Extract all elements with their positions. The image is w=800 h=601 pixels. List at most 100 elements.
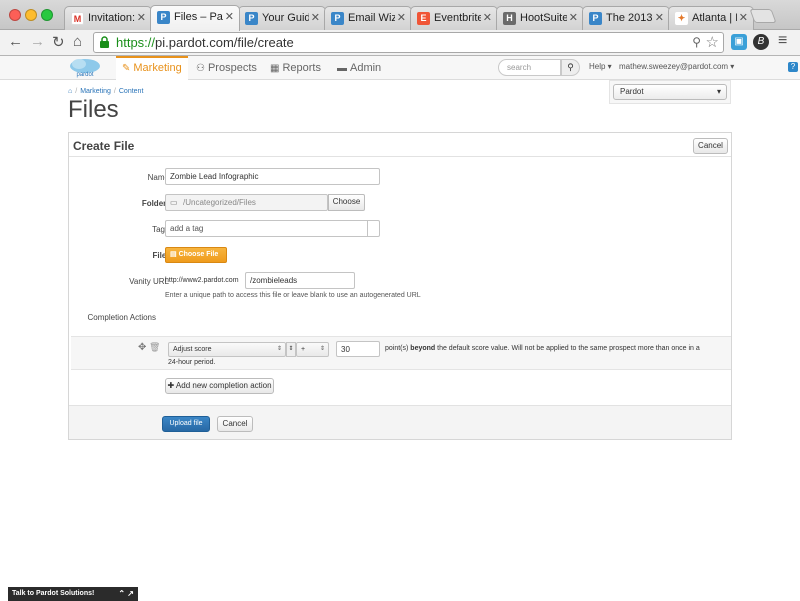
- user-menu[interactable]: mathew.sweezey@pardot.com ▾: [619, 62, 734, 71]
- vanity-url-field[interactable]: /zombieleads: [245, 272, 355, 289]
- tab-label: The 2013 |: [606, 12, 653, 24]
- vanity-url-label: Vanity URL: [129, 277, 169, 286]
- panel-header: Create File Cancel: [69, 133, 731, 157]
- svg-text:pardot: pardot: [76, 72, 93, 78]
- choose-file-button[interactable]: ▤ Choose File: [165, 247, 227, 263]
- help-menu[interactable]: Help ▾: [589, 62, 612, 71]
- action-desc-pre: point(s): [385, 345, 411, 352]
- chat-controls-icon[interactable]: ⌃ ↗: [118, 587, 134, 601]
- browser-tab-hootsuite[interactable]: H HootSuite ✕: [496, 6, 584, 30]
- browser-tab-files[interactable]: P Files – Pard ✕: [150, 5, 240, 31]
- nav-label: Prospects: [207, 62, 257, 74]
- browser-tab-atlanta[interactable]: ✦ Atlanta | B ✕: [668, 6, 754, 30]
- tags-input[interactable]: add a tag: [165, 220, 380, 237]
- page-title: Files: [68, 96, 119, 123]
- pardot-favicon-icon: P: [331, 12, 344, 25]
- breadcrumb: ⌂ / Marketing / Content: [68, 88, 144, 95]
- account-selected-value: Pardot: [620, 87, 644, 96]
- gmail-icon: M: [71, 12, 84, 25]
- bookmark-star-icon[interactable]: ☆: [706, 33, 719, 51]
- breadcrumb-content[interactable]: Content: [119, 88, 144, 95]
- account-switcher: Pardot ▾: [609, 80, 731, 104]
- chevron-down-icon: ▾: [716, 87, 721, 96]
- cancel-top-button[interactable]: Cancel: [693, 138, 728, 154]
- cancel-bottom-button[interactable]: Cancel: [217, 416, 253, 432]
- plus-icon: ✚: [167, 381, 175, 390]
- back-arrow-icon[interactable]: ←: [8, 33, 23, 50]
- extension-b-icon[interactable]: B: [753, 34, 769, 50]
- browser-tab-email-wizard[interactable]: P Email Wiza ✕: [324, 6, 412, 30]
- nav-admin[interactable]: ▬ Admin: [337, 56, 381, 80]
- points-field[interactable]: 30: [336, 341, 380, 357]
- folder-label: Folder*: [79, 199, 169, 208]
- search-input[interactable]: search: [498, 59, 561, 76]
- url-scheme: https://: [116, 35, 156, 50]
- chart-icon: ▦: [270, 63, 280, 74]
- window-minimize-button[interactable]: [25, 9, 37, 21]
- new-tab-button[interactable]: [749, 9, 777, 23]
- drag-handle-icon[interactable]: ✥: [138, 342, 146, 353]
- nav-marketing[interactable]: ✎ Marketing: [116, 56, 188, 80]
- pardot-favicon-icon: P: [245, 12, 258, 25]
- url-path: pi.pardot.com/file/create: [155, 35, 294, 50]
- close-icon[interactable]: ✕: [569, 11, 578, 24]
- tags-label: Tags: [152, 225, 169, 234]
- action-desc-post: the default score value. Will not be app…: [435, 345, 700, 352]
- browser-menu-icon[interactable]: ≡: [778, 32, 787, 50]
- action-type-stepper[interactable]: ⇕: [286, 342, 296, 357]
- close-icon[interactable]: ✕: [655, 11, 664, 24]
- nav-prospects[interactable]: ⚇ Prospects: [196, 56, 257, 80]
- close-icon[interactable]: ✕: [739, 11, 748, 24]
- url-text: https://pi.pardot.com/file/create: [116, 35, 294, 50]
- browser-tab-eventbrite[interactable]: E Eventbrite ✕: [410, 6, 498, 30]
- close-icon[interactable]: ✕: [225, 10, 234, 23]
- operator-select[interactable]: + ⇕: [296, 342, 329, 357]
- hootsuite-icon: H: [503, 12, 516, 25]
- close-icon[interactable]: ✕: [397, 11, 406, 24]
- breadcrumb-marketing[interactable]: Marketing: [80, 88, 111, 95]
- trash-icon[interactable]: 🗑: [149, 342, 160, 353]
- pardot-logo[interactable]: pardot: [66, 58, 104, 78]
- browser-tab-your-guide[interactable]: P Your Guide ✕: [238, 6, 326, 30]
- extension-icon[interactable]: ▣: [731, 34, 747, 50]
- account-select[interactable]: Pardot ▾: [613, 84, 727, 100]
- window-close-button[interactable]: [9, 9, 21, 21]
- name-field[interactable]: Zombie Lead Infographic: [165, 168, 380, 185]
- tab-label: Atlanta | B: [692, 12, 737, 24]
- upload-icon: ▤: [170, 251, 177, 258]
- tab-label: Email Wiza: [348, 12, 395, 24]
- browser-toolbar: ← → ↻ ⌂ https://pi.pardot.com/file/creat…: [0, 30, 800, 56]
- app-navbar: pardot ✎ Marketing ⚇ Prospects ▦ Reports ▬ A…: [0, 56, 800, 80]
- action-type-select[interactable]: Adjust score ⇕: [168, 342, 286, 357]
- window-zoom-button[interactable]: [41, 9, 53, 21]
- tags-divider: [367, 221, 368, 236]
- reload-icon[interactable]: ↻: [52, 33, 65, 51]
- pencil-icon: ✎: [122, 63, 131, 74]
- browser-tab-the-2013[interactable]: P The 2013 | ✕: [582, 6, 670, 30]
- zoom-icon[interactable]: ⚲: [692, 35, 701, 49]
- choose-folder-button[interactable]: Choose: [328, 194, 365, 211]
- close-icon[interactable]: ✕: [311, 11, 320, 24]
- home-icon[interactable]: ⌂: [68, 88, 72, 95]
- chat-label: Talk to Pardot Solutions!: [12, 590, 95, 597]
- name-label: Name: [147, 173, 169, 182]
- chat-widget[interactable]: Talk to Pardot Solutions! ⌃ ↗: [8, 587, 138, 601]
- close-icon[interactable]: ✕: [483, 11, 492, 24]
- close-icon[interactable]: ✕: [137, 11, 146, 24]
- search-icon[interactable]: ⚲: [561, 59, 580, 76]
- upload-file-button[interactable]: Upload file: [162, 416, 210, 432]
- question-icon[interactable]: ?: [788, 62, 798, 72]
- forward-arrow-icon[interactable]: →: [30, 33, 45, 50]
- completion-action-row: ✥ 🗑 Adjust score ⇕ ⇕ + ⇕ 30 point(s) bey…: [71, 336, 731, 370]
- nav-reports[interactable]: ▦ Reports: [270, 56, 321, 80]
- tab-label: Eventbrite: [434, 12, 481, 24]
- browser-tab-invitation[interactable]: M Invitation: ✕: [64, 6, 152, 30]
- add-completion-action-button[interactable]: ✚ Add new completion action: [165, 378, 274, 394]
- tab-label: Your Guide: [262, 12, 309, 24]
- home-icon[interactable]: ⌂: [73, 33, 82, 50]
- pardot-favicon-icon: P: [589, 12, 602, 25]
- add-action-label: Add new completion action: [175, 381, 272, 390]
- form-footer: Upload file Cancel: [69, 405, 731, 439]
- completion-actions-label: Completion Actions: [87, 313, 156, 322]
- address-bar[interactable]: https://pi.pardot.com/file/create ⚲ ☆: [93, 32, 724, 53]
